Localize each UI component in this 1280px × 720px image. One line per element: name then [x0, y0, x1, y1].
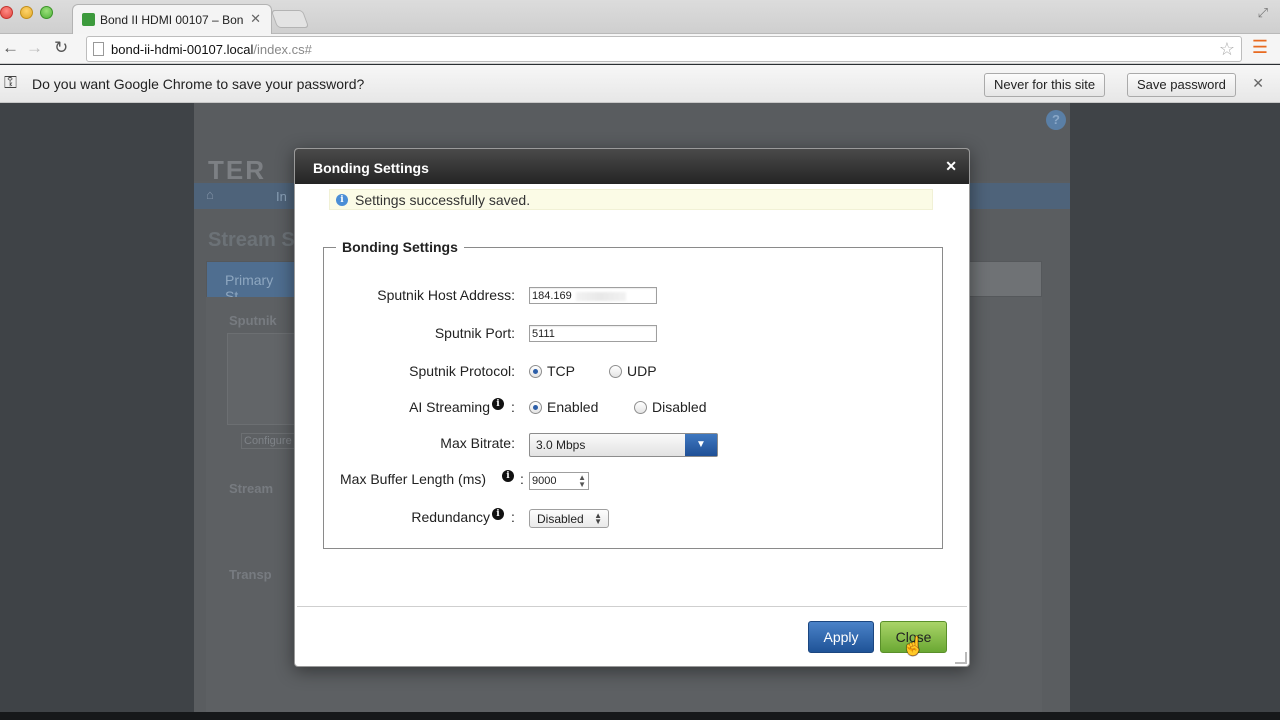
url-text: bond-ii-hdmi-00107.local/index.cs# [111, 42, 312, 57]
bonding-settings-dialog: Bonding Settings ✕ i Settings successful… [294, 148, 970, 667]
info-icon: i [336, 194, 348, 206]
select-arrows-icon: ▲ ▼ [594, 511, 602, 526]
section-stream: Stream [229, 481, 274, 496]
port-label: Sputnik Port: [434, 325, 515, 341]
page-icon [93, 42, 104, 56]
redacted-value [575, 291, 626, 301]
window-close-icon[interactable] [0, 6, 13, 19]
save-password-button[interactable]: Save password [1127, 73, 1236, 97]
back-icon[interactable]: ← [2, 38, 19, 58]
tab-primary-stream[interactable]: Primary St [207, 262, 297, 304]
protocol-tcp-label[interactable]: TCP [547, 363, 575, 379]
help-icon[interactable]: ? [1046, 110, 1066, 130]
ai-streaming-label: AI Streaming [409, 399, 490, 415]
tab-title: Bond II HDMI 00107 – Bon [100, 13, 244, 27]
browser-toolbar: ← → ↻ bond-ii-hdmi-00107.local/index.cs#… [0, 34, 1280, 64]
protocol-udp-label[interactable]: UDP [627, 363, 657, 379]
ai-disabled-radio[interactable] [634, 401, 647, 414]
port-input[interactable]: 5111 [529, 325, 657, 342]
ai-enabled-label[interactable]: Enabled [547, 399, 598, 415]
resize-handle-icon[interactable] [955, 652, 967, 664]
redundancy-colon: : [511, 509, 515, 525]
window-zoom-icon[interactable] [40, 6, 53, 19]
key-icon: ⚿ [4, 73, 17, 92]
ai-disabled-label[interactable]: Disabled [652, 399, 706, 415]
success-alert: i Settings successfully saved. [329, 189, 933, 210]
sputnik-preview [227, 333, 297, 425]
redundancy-select[interactable]: Disabled ▲ ▼ [529, 509, 609, 528]
max-buffer-info-icon[interactable]: i [502, 470, 514, 482]
host-address-label: Sputnik Host Address: [377, 287, 515, 303]
max-buffer-value: 9000 [532, 475, 557, 487]
max-bitrate-value: 3.0 Mbps [536, 438, 586, 452]
footer-divider [297, 606, 967, 607]
nav-item[interactable]: In [276, 189, 287, 204]
forward-icon[interactable]: → [26, 38, 43, 58]
dock-strip [0, 712, 1280, 720]
browser-tab-bar: Bond II HDMI 00107 – Bon ✕ ⤢ [0, 0, 1280, 34]
reload-icon[interactable]: ↻ [54, 38, 68, 58]
apply-button[interactable]: Apply [808, 621, 874, 653]
configure-button[interactable]: Configure [241, 433, 295, 449]
hand-cursor-icon: ☝ [902, 636, 925, 656]
protocol-tcp-radio[interactable] [529, 365, 542, 378]
max-buffer-stepper[interactable]: 9000 ▲ ▼ [529, 472, 589, 490]
address-bar[interactable]: bond-ii-hdmi-00107.local/index.cs# ☆ [86, 36, 1242, 62]
protocol-label: Sputnik Protocol: [409, 363, 515, 379]
teradek-logo: TER [208, 155, 266, 185]
dialog-title: Bonding Settings [313, 160, 429, 176]
chevron-down-icon[interactable]: ▼ [685, 434, 717, 456]
never-for-this-site-button[interactable]: Never for this site [984, 73, 1106, 97]
max-bitrate-dropdown[interactable]: 3.0 Mbps ▼ [529, 433, 718, 457]
chrome-menu-icon[interactable]: ☰ [1252, 38, 1268, 56]
bookmark-star-icon[interactable]: ☆ [1219, 39, 1235, 60]
protocol-udp-radio[interactable] [609, 365, 622, 378]
ai-streaming-info-icon[interactable]: i [492, 398, 504, 410]
infobar-close-icon[interactable]: ✕ [1252, 75, 1264, 92]
infobar-message: Do you want Google Chrome to save your p… [32, 76, 365, 92]
redundancy-value: Disabled [537, 512, 584, 526]
new-tab-button[interactable] [270, 10, 310, 28]
bonding-settings-fieldset: Bonding Settings Sputnik Host Address: 1… [323, 239, 943, 549]
alert-message: Settings successfully saved. [355, 192, 531, 208]
password-infobar: ⚿ Do you want Google Chrome to save your… [0, 65, 1280, 103]
favicon-icon [82, 13, 95, 26]
url-path: /index.cs# [253, 42, 312, 57]
window-minimize-icon[interactable] [20, 6, 33, 19]
fieldset-legend: Bonding Settings [336, 239, 464, 255]
dialog-close-icon[interactable]: ✕ [945, 158, 957, 175]
stepper-arrows-icon[interactable]: ▲ ▼ [578, 474, 586, 489]
max-buffer-label: Max Buffer Length (ms) [340, 471, 487, 487]
page-heading: Stream S [208, 229, 295, 251]
dialog-header: Bonding Settings ✕ [295, 149, 969, 184]
host-address-input[interactable]: 184.169 [529, 287, 657, 304]
section-sputnik: Sputnik [229, 313, 277, 328]
browser-tab[interactable]: Bond II HDMI 00107 – Bon ✕ [72, 4, 272, 34]
host-address-value: 184.169 [532, 290, 572, 302]
max-bitrate-label: Max Bitrate: [440, 435, 515, 451]
max-buffer-colon: : [520, 471, 524, 487]
home-icon[interactable]: ⌂ [206, 187, 214, 202]
ai-streaming-colon: : [511, 399, 515, 415]
redundancy-info-icon[interactable]: i [492, 508, 504, 520]
url-host: bond-ii-hdmi-00107.local [111, 42, 254, 57]
ai-enabled-radio[interactable] [529, 401, 542, 414]
redundancy-label: Redundancy [411, 509, 490, 525]
fullscreen-icon[interactable]: ⤢ [1258, 5, 1268, 21]
section-transport: Transp [229, 567, 272, 582]
tab-close-icon[interactable]: ✕ [250, 11, 261, 27]
